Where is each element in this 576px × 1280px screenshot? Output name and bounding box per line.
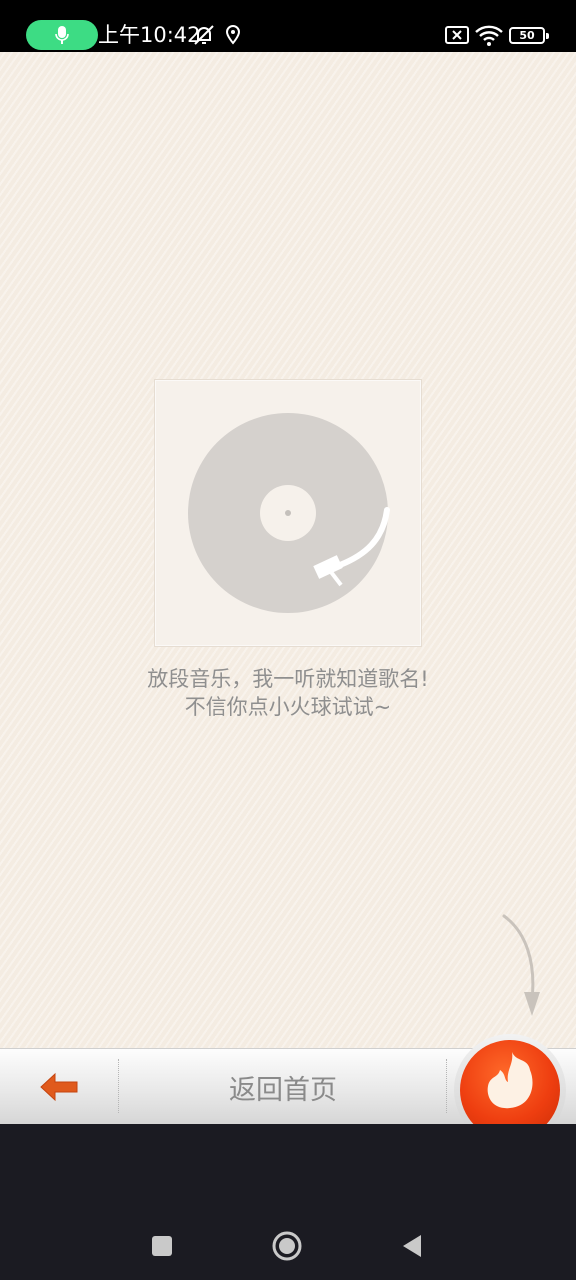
recents-button[interactable]: [144, 1228, 180, 1264]
home-button[interactable]: 返回首页: [120, 1049, 446, 1125]
mic-icon: [55, 26, 69, 44]
back-icon: [403, 1235, 421, 1257]
divider: [118, 1059, 119, 1113]
battery-icon: 50: [509, 27, 549, 44]
home-nav-button[interactable]: [269, 1228, 305, 1264]
hint-arrow-icon: [502, 914, 540, 1016]
fire-icon: [487, 1052, 533, 1109]
hint-line-1: 放段音乐，我一听就知道歌名!: [147, 667, 429, 691]
back-button[interactable]: [0, 1049, 118, 1125]
mic-indicator[interactable]: [26, 20, 98, 50]
back-nav-button[interactable]: [394, 1228, 430, 1264]
home-icon: [272, 1231, 302, 1261]
clock: 上午10:42: [98, 23, 201, 47]
mute-bell-icon: [192, 22, 216, 48]
fire-button[interactable]: [452, 1034, 568, 1124]
hint-line-2: 不信你点小火球试试~: [184, 695, 392, 719]
record-illustration: [154, 379, 422, 647]
status-bar: 上午10:42 50: [0, 0, 576, 52]
navigation-bar: [0, 1124, 576, 1280]
recents-icon: [152, 1236, 172, 1256]
location-icon: [224, 22, 242, 48]
divider: [446, 1059, 447, 1113]
back-arrow-icon: [40, 1072, 78, 1102]
no-sim-icon: [444, 22, 470, 48]
record-icon: [188, 413, 390, 613]
wifi-icon: [474, 22, 504, 48]
main-area: 放段音乐，我一听就知道歌名! 不信你点小火球试试~: [0, 52, 576, 1048]
